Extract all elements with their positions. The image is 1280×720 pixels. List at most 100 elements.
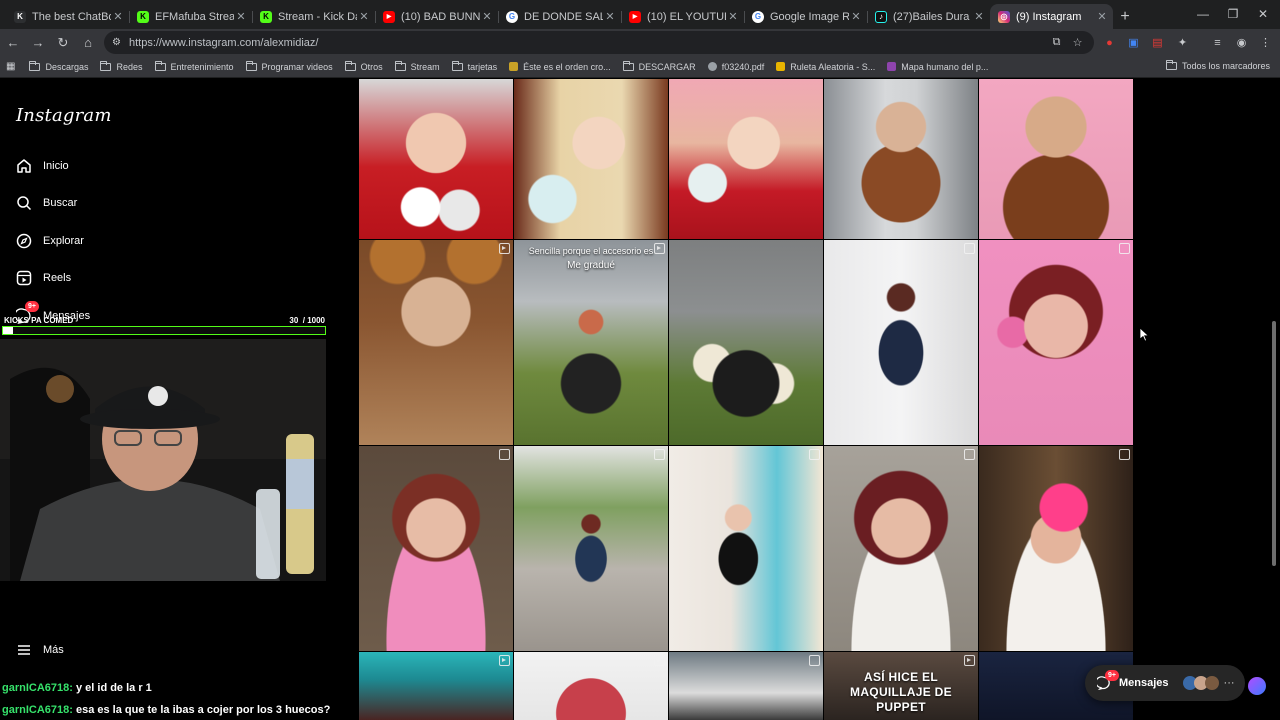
bookmark-star-icon[interactable]: ☆ (1070, 35, 1085, 50)
folder-icon (622, 60, 634, 71)
address-bar[interactable]: ⚙ https://www.instagram.com/alexmidiaz/ (104, 31, 1094, 54)
bookmark-item[interactable]: Programar videos (245, 60, 333, 72)
browser-tab-active[interactable]: ◎ (9) Instagram ✕ (990, 4, 1113, 29)
post-thumbnail[interactable]: Sencilla porque el accesorio es Me gradu… (514, 240, 668, 445)
post-thumbnail[interactable] (979, 446, 1133, 651)
post-thumbnail[interactable] (359, 240, 513, 445)
media-controls-icon[interactable]: ≡ (1210, 35, 1225, 50)
browser-tab[interactable]: ▶ (10) EL YOUTUBER qu✕ (621, 4, 744, 29)
post-thumbnail[interactable] (669, 446, 823, 651)
browser-tab[interactable]: K EFMafuba Stream - V✕ (129, 4, 252, 29)
post-thumbnail[interactable] (824, 446, 978, 651)
close-tab-icon[interactable]: ✕ (849, 10, 863, 23)
bookmark-item[interactable]: Redes (100, 60, 143, 72)
translate-extension-icon[interactable]: ▣ (1126, 35, 1141, 50)
post-thumbnail[interactable] (979, 240, 1133, 445)
close-tab-icon[interactable]: ✕ (726, 10, 740, 23)
bookmark-item[interactable]: Descargas (29, 60, 88, 72)
minimize-icon[interactable]: — (1188, 4, 1218, 24)
post-thumbnail[interactable] (514, 446, 668, 651)
home-icon[interactable]: ⌂ (76, 31, 100, 55)
tab-favicon-icon: K (260, 10, 272, 23)
all-bookmarks-button[interactable]: Todos los marcadores (1165, 60, 1270, 71)
close-tab-icon[interactable]: ✕ (234, 10, 248, 23)
extensions-puzzle-icon[interactable]: ✦ (1175, 35, 1190, 50)
new-tab-button[interactable]: + (1113, 4, 1137, 29)
bookmark-item[interactable]: Stream (394, 60, 440, 72)
tab-favicon-icon: K (14, 10, 26, 23)
close-tab-icon[interactable]: ✕ (480, 10, 494, 23)
reel-icon (654, 243, 665, 254)
post-thumbnail[interactable] (359, 652, 513, 720)
nav-item-reels[interactable]: Reels (16, 266, 71, 290)
browser-menu-icon[interactable]: ⋮ (1258, 35, 1273, 50)
bookmark-item[interactable]: Éste es el orden cro... (509, 62, 611, 72)
post-thumbnail[interactable] (359, 79, 513, 239)
bookmark-favicon-icon (776, 62, 786, 71)
bookmark-item[interactable]: DESCARGAR (622, 60, 696, 72)
close-tab-icon[interactable]: ✕ (603, 10, 617, 23)
close-tab-icon[interactable]: ✕ (357, 10, 371, 23)
nav-item-buscar[interactable]: Buscar (16, 191, 77, 215)
carousel-icon (809, 449, 820, 460)
bookmark-label: f03240.pdf (721, 61, 765, 72)
carousel-icon (1119, 449, 1130, 460)
post-thumbnail[interactable] (514, 79, 668, 239)
close-tab-icon[interactable]: ✕ (111, 10, 125, 23)
browser-tab[interactable]: G Google Image Result✕ (744, 4, 867, 29)
browser-tab[interactable]: ▶ (10) BAD BUNNY - N✕ (375, 4, 498, 29)
post-thumbnail[interactable] (979, 79, 1133, 239)
browser-tab[interactable]: K Stream - Kick Dashbo✕ (252, 4, 375, 29)
nav-item-mas[interactable]: Más (16, 638, 64, 662)
extension-m-icon[interactable]: ▤ (1150, 35, 1165, 50)
post-thumbnail[interactable] (669, 79, 823, 239)
extension-red-icon[interactable]: ● (1102, 35, 1117, 50)
close-tab-icon[interactable]: ✕ (1095, 10, 1109, 23)
tab-favicon-icon: ▶ (629, 10, 641, 23)
bookmark-item[interactable]: Mapa humano del p... (887, 62, 988, 72)
post-thumbnail[interactable] (514, 652, 668, 720)
close-tab-icon[interactable]: ✕ (972, 10, 986, 23)
post-thumbnail[interactable] (359, 446, 513, 651)
reload-icon[interactable]: ↻ (51, 31, 75, 55)
post-thumbnail[interactable] (824, 240, 978, 445)
page-scrollbar[interactable] (1268, 79, 1280, 720)
nav-item-explorar[interactable]: Explorar (16, 229, 84, 253)
reels-icon (16, 270, 32, 286)
browser-tab[interactable]: ♪ (27)Bailes Dura y Nat✕ (867, 4, 990, 29)
chat-message: garnICA6718: esa es la que te la ibas a … (2, 704, 330, 716)
browser-tab-strip: KThe best ChatBot and✕ KEFMafuba Stream … (0, 0, 1280, 29)
post-thumbnail[interactable]: ASÍ HICE EL MAQUILLAJE DE PUPPET (824, 652, 978, 720)
browser-tab[interactable]: K The best ChatBot and✕ (6, 4, 129, 29)
messages-label: Mensajes (1119, 677, 1169, 689)
instagram-logo[interactable]: Instagram (16, 105, 112, 126)
restore-icon[interactable]: ❐ (1218, 4, 1248, 24)
bookmark-item[interactable]: f03240.pdf (707, 61, 765, 72)
folder-icon (29, 60, 41, 71)
carousel-icon (964, 449, 975, 460)
carousel-icon (809, 655, 820, 666)
post-thumbnail[interactable] (669, 240, 823, 445)
forward-icon[interactable]: → (26, 31, 50, 55)
apps-grid-icon[interactable]: ▦ (6, 61, 15, 72)
screen: KThe best ChatBot and✕ KEFMafuba Stream … (0, 0, 1280, 720)
open-in-app-icon[interactable]: ⧉ (1049, 35, 1064, 50)
profile-avatar-icon[interactable]: ◉ (1234, 35, 1249, 50)
nav-item-inicio[interactable]: Inicio (16, 154, 69, 178)
back-icon[interactable]: ← (1, 31, 25, 55)
post-thumbnail[interactable] (824, 79, 978, 239)
bookmark-item[interactable]: Ruleta Aleatoria - S... (776, 62, 875, 72)
scrollbar-thumb[interactable] (1272, 321, 1276, 566)
messages-floating-button[interactable]: 9+ Mensajes ··· (1085, 665, 1245, 701)
bookmark-item[interactable]: Otros (344, 60, 383, 72)
site-info-icon[interactable]: ⚙ (112, 37, 121, 48)
bookmark-item[interactable]: tarjetas (451, 60, 497, 72)
browser-tab[interactable]: G DE DONDE SALE LA✕ (498, 4, 621, 29)
folder-icon (451, 60, 463, 71)
bookmark-item[interactable]: Entretenimiento (154, 60, 234, 72)
post-thumbnail[interactable] (669, 652, 823, 720)
folder-icon (245, 60, 257, 71)
ai-assistant-icon[interactable] (1248, 677, 1266, 695)
close-window-icon[interactable]: ✕ (1248, 4, 1278, 24)
tab-title: DE DONDE SALE LA (524, 10, 603, 23)
